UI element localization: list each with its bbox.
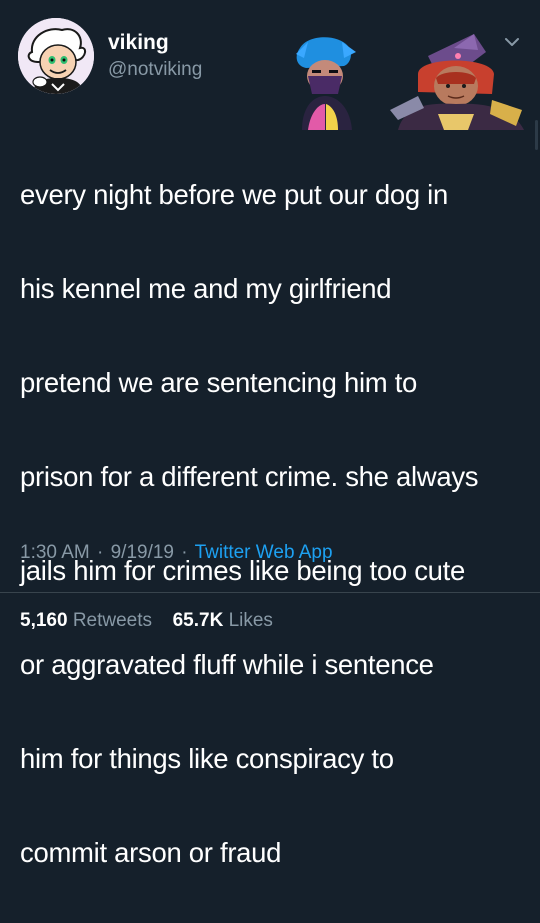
tweet-time[interactable]: 1:30 AM <box>20 542 90 563</box>
likes-count: 65.7K <box>172 610 224 631</box>
retweets-label: Retweets <box>72 610 153 631</box>
tweet-line: pretend we are sentencing him to <box>20 367 418 398</box>
avatar[interactable] <box>18 18 94 94</box>
tweet-line: every night before we put our dog in <box>20 179 448 210</box>
tweet-line: or aggravated fluff while i sentence <box>20 649 434 680</box>
masked-character-figure <box>296 37 356 130</box>
cartoon-avatar-icon <box>18 18 94 94</box>
likes-label: Likes <box>228 610 273 631</box>
tweet-line: him for things like conspiracy to <box>20 743 394 774</box>
user-handle[interactable]: @notviking <box>108 59 202 81</box>
tweet-meta: 1:30 AM · 9/19/19 · Twitter Web App <box>20 542 333 564</box>
retweets-count: 5,160 <box>20 610 68 631</box>
retweets-stat[interactable]: 5,160 Retweets <box>20 610 157 631</box>
header-artwork <box>278 34 530 130</box>
likes-stat[interactable]: 65.7K Likes <box>173 610 273 631</box>
meta-separator: · <box>97 542 104 563</box>
tweet-line: commit arson or fraud <box>20 837 282 868</box>
tweet-source-link[interactable]: Twitter Web App <box>195 542 333 563</box>
chevron-down-icon <box>505 38 519 46</box>
tweet-line: his kennel me and my girlfriend <box>20 273 392 304</box>
tweet-options-button[interactable] <box>502 32 522 52</box>
tweet-card: viking @notviking every night before we … <box>0 0 540 868</box>
tweet-stats: 5,160 Retweets 65.7K Likes <box>20 610 273 632</box>
display-name[interactable]: viking <box>108 31 169 55</box>
tweet-date[interactable]: 9/19/19 <box>111 542 174 563</box>
meta-separator: · <box>181 542 188 563</box>
scrollbar[interactable] <box>535 120 538 150</box>
character-artwork-icon <box>296 34 524 130</box>
tweet-line: prison for a different crime. she always <box>20 461 479 492</box>
tweet-text: every night before we put our dog in his… <box>20 124 525 923</box>
divider <box>0 592 540 593</box>
